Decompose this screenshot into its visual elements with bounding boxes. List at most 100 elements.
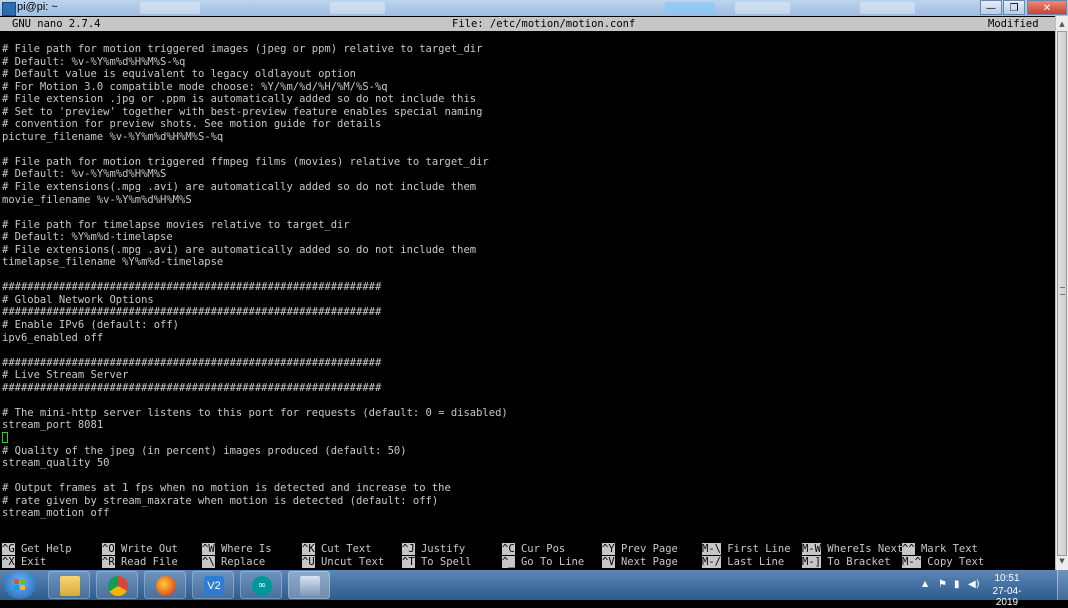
vertical-scrollbar[interactable]: ▲ ▼ [1055, 16, 1068, 570]
minimize-button[interactable]: — [980, 0, 1002, 15]
arduino-taskbar-button[interactable]: ∞ [240, 571, 282, 599]
shortcut-item[interactable]: ^U Uncut Text [302, 555, 384, 569]
shortcut-item[interactable]: M-\ First Line [702, 543, 791, 556]
clock-time[interactable]: 10:51 [982, 573, 1032, 584]
editor-line[interactable]: # For Motion 3.0 compatible mode choose:… [2, 81, 1052, 94]
editor-line[interactable]: picture_filename %v-%Y%m%d%H%M%S-%q [2, 131, 1052, 144]
editor-line[interactable]: stream_motion off [2, 507, 1052, 520]
putty-taskbar-button[interactable] [288, 571, 330, 599]
editor-line[interactable]: # File extensions(.mpg .avi) are automat… [2, 181, 1052, 194]
shortcut-item[interactable]: ^V Next Page [602, 555, 678, 569]
scroll-down-arrow-icon[interactable]: ▼ [1056, 555, 1068, 568]
start-button[interactable] [4, 571, 36, 599]
editor-line[interactable]: ########################################… [2, 281, 1052, 294]
editor-line[interactable]: ipv6_enabled off [2, 332, 1052, 345]
editor-line[interactable]: # Default: %v-%Y%m%d%H%M%S [2, 168, 1052, 181]
editor-line[interactable]: # Quality of the jpeg (in percent) image… [2, 445, 1052, 458]
shortcut-item[interactable]: ^_ Go To Line [502, 555, 584, 569]
battery-icon[interactable]: ▮ [954, 579, 960, 590]
shortcut-item[interactable]: ^G Get Help [2, 543, 72, 556]
editor-line[interactable] [2, 394, 1052, 407]
editor-line[interactable]: # rate given by stream_maxrate when moti… [2, 495, 1052, 508]
shortcut-bar: ^G Get Help ^O Write Out ^W Where Is ^K Cut… [2, 543, 1052, 568]
editor-line[interactable]: stream_port 8081 [2, 419, 1052, 432]
scroll-up-arrow-icon[interactable]: ▲ [1056, 18, 1068, 31]
folder-icon [60, 576, 80, 596]
editor-line[interactable]: # Default: %Y%m%d-timelapse [2, 231, 1052, 244]
volume-icon[interactable]: ◀) [968, 579, 980, 590]
editor-line[interactable]: # Output frames at 1 fps when no motion … [2, 482, 1052, 495]
close-button[interactable]: ✕ [1027, 0, 1067, 15]
shortcut-label: Justify [420, 543, 466, 555]
shortcut-label: Last Line [727, 555, 785, 568]
shortcut-label: WhereIs Next [827, 543, 904, 555]
shortcut-item[interactable]: M-] To Bracket [802, 555, 891, 569]
shortcut-item[interactable]: ^K Cut Text [302, 543, 372, 556]
shortcut-label: Read File [120, 555, 178, 568]
window-titlebar[interactable]: pi@pi: ~ — ❐ ✕ [0, 0, 1068, 16]
editor-line[interactable] [2, 344, 1052, 357]
restore-button[interactable]: ❐ [1003, 0, 1025, 15]
editor-line[interactable]: # File extensions(.mpg .avi) are automat… [2, 244, 1052, 257]
chrome-taskbar-button[interactable] [96, 571, 138, 599]
shortcut-label: First Line [727, 543, 791, 555]
editor-line[interactable]: # File path for motion triggered images … [2, 43, 1052, 56]
shortcut-key: ^X [2, 555, 15, 568]
editor-line[interactable] [2, 269, 1052, 282]
editor-line[interactable]: ########################################… [2, 382, 1052, 395]
tray-expand-icon[interactable]: ▲ [922, 579, 928, 588]
scroll-thumb[interactable] [1057, 31, 1067, 556]
windows-taskbar: V2 ∞ ▲ ⚑ ▮ ◀) 10:51 27-04-2019 [0, 570, 1068, 608]
file-explorer-taskbar-button[interactable] [48, 571, 90, 599]
editor-line[interactable]: # Enable IPv6 (default: off) [2, 319, 1052, 332]
shortcut-item[interactable]: ^C Cur Pos [502, 543, 565, 556]
shortcut-item[interactable]: M-^ Copy Text [902, 555, 985, 569]
editor-line[interactable] [2, 432, 1052, 445]
clock-date[interactable]: 27-04-2019 [982, 586, 1032, 608]
editor-line[interactable]: ########################################… [2, 357, 1052, 370]
editor-line[interactable] [2, 470, 1052, 483]
editor-line[interactable]: # The mini-http server listens to this p… [2, 407, 1052, 420]
editor-line[interactable]: # Live Stream Server [2, 369, 1052, 382]
shortcut-label: Write Out [120, 543, 178, 555]
shortcut-item[interactable]: ^W Where Is [202, 543, 272, 556]
shortcut-label: Prev Page [620, 543, 678, 555]
shortcut-item[interactable]: ^Y Prev Page [602, 543, 678, 556]
editor-line[interactable]: # File path for timelapse movies relativ… [2, 219, 1052, 232]
action-center-flag-icon[interactable]: ⚑ [938, 579, 947, 590]
firefox-taskbar-button[interactable] [144, 571, 186, 599]
shortcut-label: Cur Pos [520, 543, 566, 555]
shortcut-item[interactable]: ^T To Spell [402, 555, 472, 569]
shortcut-item[interactable]: ^\ Replace [202, 555, 265, 569]
editor-line[interactable] [2, 206, 1052, 219]
shortcut-item[interactable]: M-/ Last Line [702, 555, 785, 569]
shortcut-item[interactable]: M-W WhereIs Next [802, 543, 903, 556]
editor-line[interactable]: movie_filename %v-%Y%m%d%H%M%S [2, 194, 1052, 207]
shortcut-item[interactable]: ^X Exit [2, 555, 47, 569]
shortcut-item[interactable]: ^O Write Out [102, 543, 178, 556]
shortcut-label: Copy Text [927, 555, 985, 568]
show-desktop-button[interactable] [1057, 570, 1068, 600]
editor-line[interactable]: # File extension .jpg or .ppm is automat… [2, 93, 1052, 106]
editor-line[interactable]: # Global Network Options [2, 294, 1052, 307]
shortcut-item[interactable]: ^J Justify [402, 543, 465, 556]
editor-line[interactable] [2, 143, 1052, 156]
shortcut-key: ^V [602, 555, 615, 568]
shortcut-label: Where Is [220, 543, 272, 555]
editor-line[interactable]: # File path for motion triggered ffmpeg … [2, 156, 1052, 169]
shortcut-label: Exit [20, 555, 47, 568]
shortcut-item[interactable]: ^R Read File [102, 555, 178, 569]
shortcut-key: M-] [802, 555, 821, 568]
editor-line[interactable]: ########################################… [2, 306, 1052, 319]
editor-line[interactable]: # Default value is equivalent to legacy … [2, 68, 1052, 81]
modified-status: Modified [988, 18, 1039, 30]
editor-line[interactable]: timelapse_filename %Y%m%d-timelapse [2, 256, 1052, 269]
editor-line[interactable]: # Default: %v-%Y%m%d%H%M%S-%q [2, 56, 1052, 69]
vnc-viewer-taskbar-button[interactable]: V2 [192, 571, 234, 599]
editor-text-area[interactable]: # File path for motion triggered images … [2, 43, 1052, 520]
editor-line[interactable]: stream_quality 50 [2, 457, 1052, 470]
shortcut-item[interactable]: ^^ Mark Text [902, 543, 978, 556]
shortcut-label: Mark Text [920, 543, 978, 555]
editor-line[interactable]: # convention for preview shots. See moti… [2, 118, 1052, 131]
editor-line[interactable]: # Set to 'preview' together with best-pr… [2, 106, 1052, 119]
